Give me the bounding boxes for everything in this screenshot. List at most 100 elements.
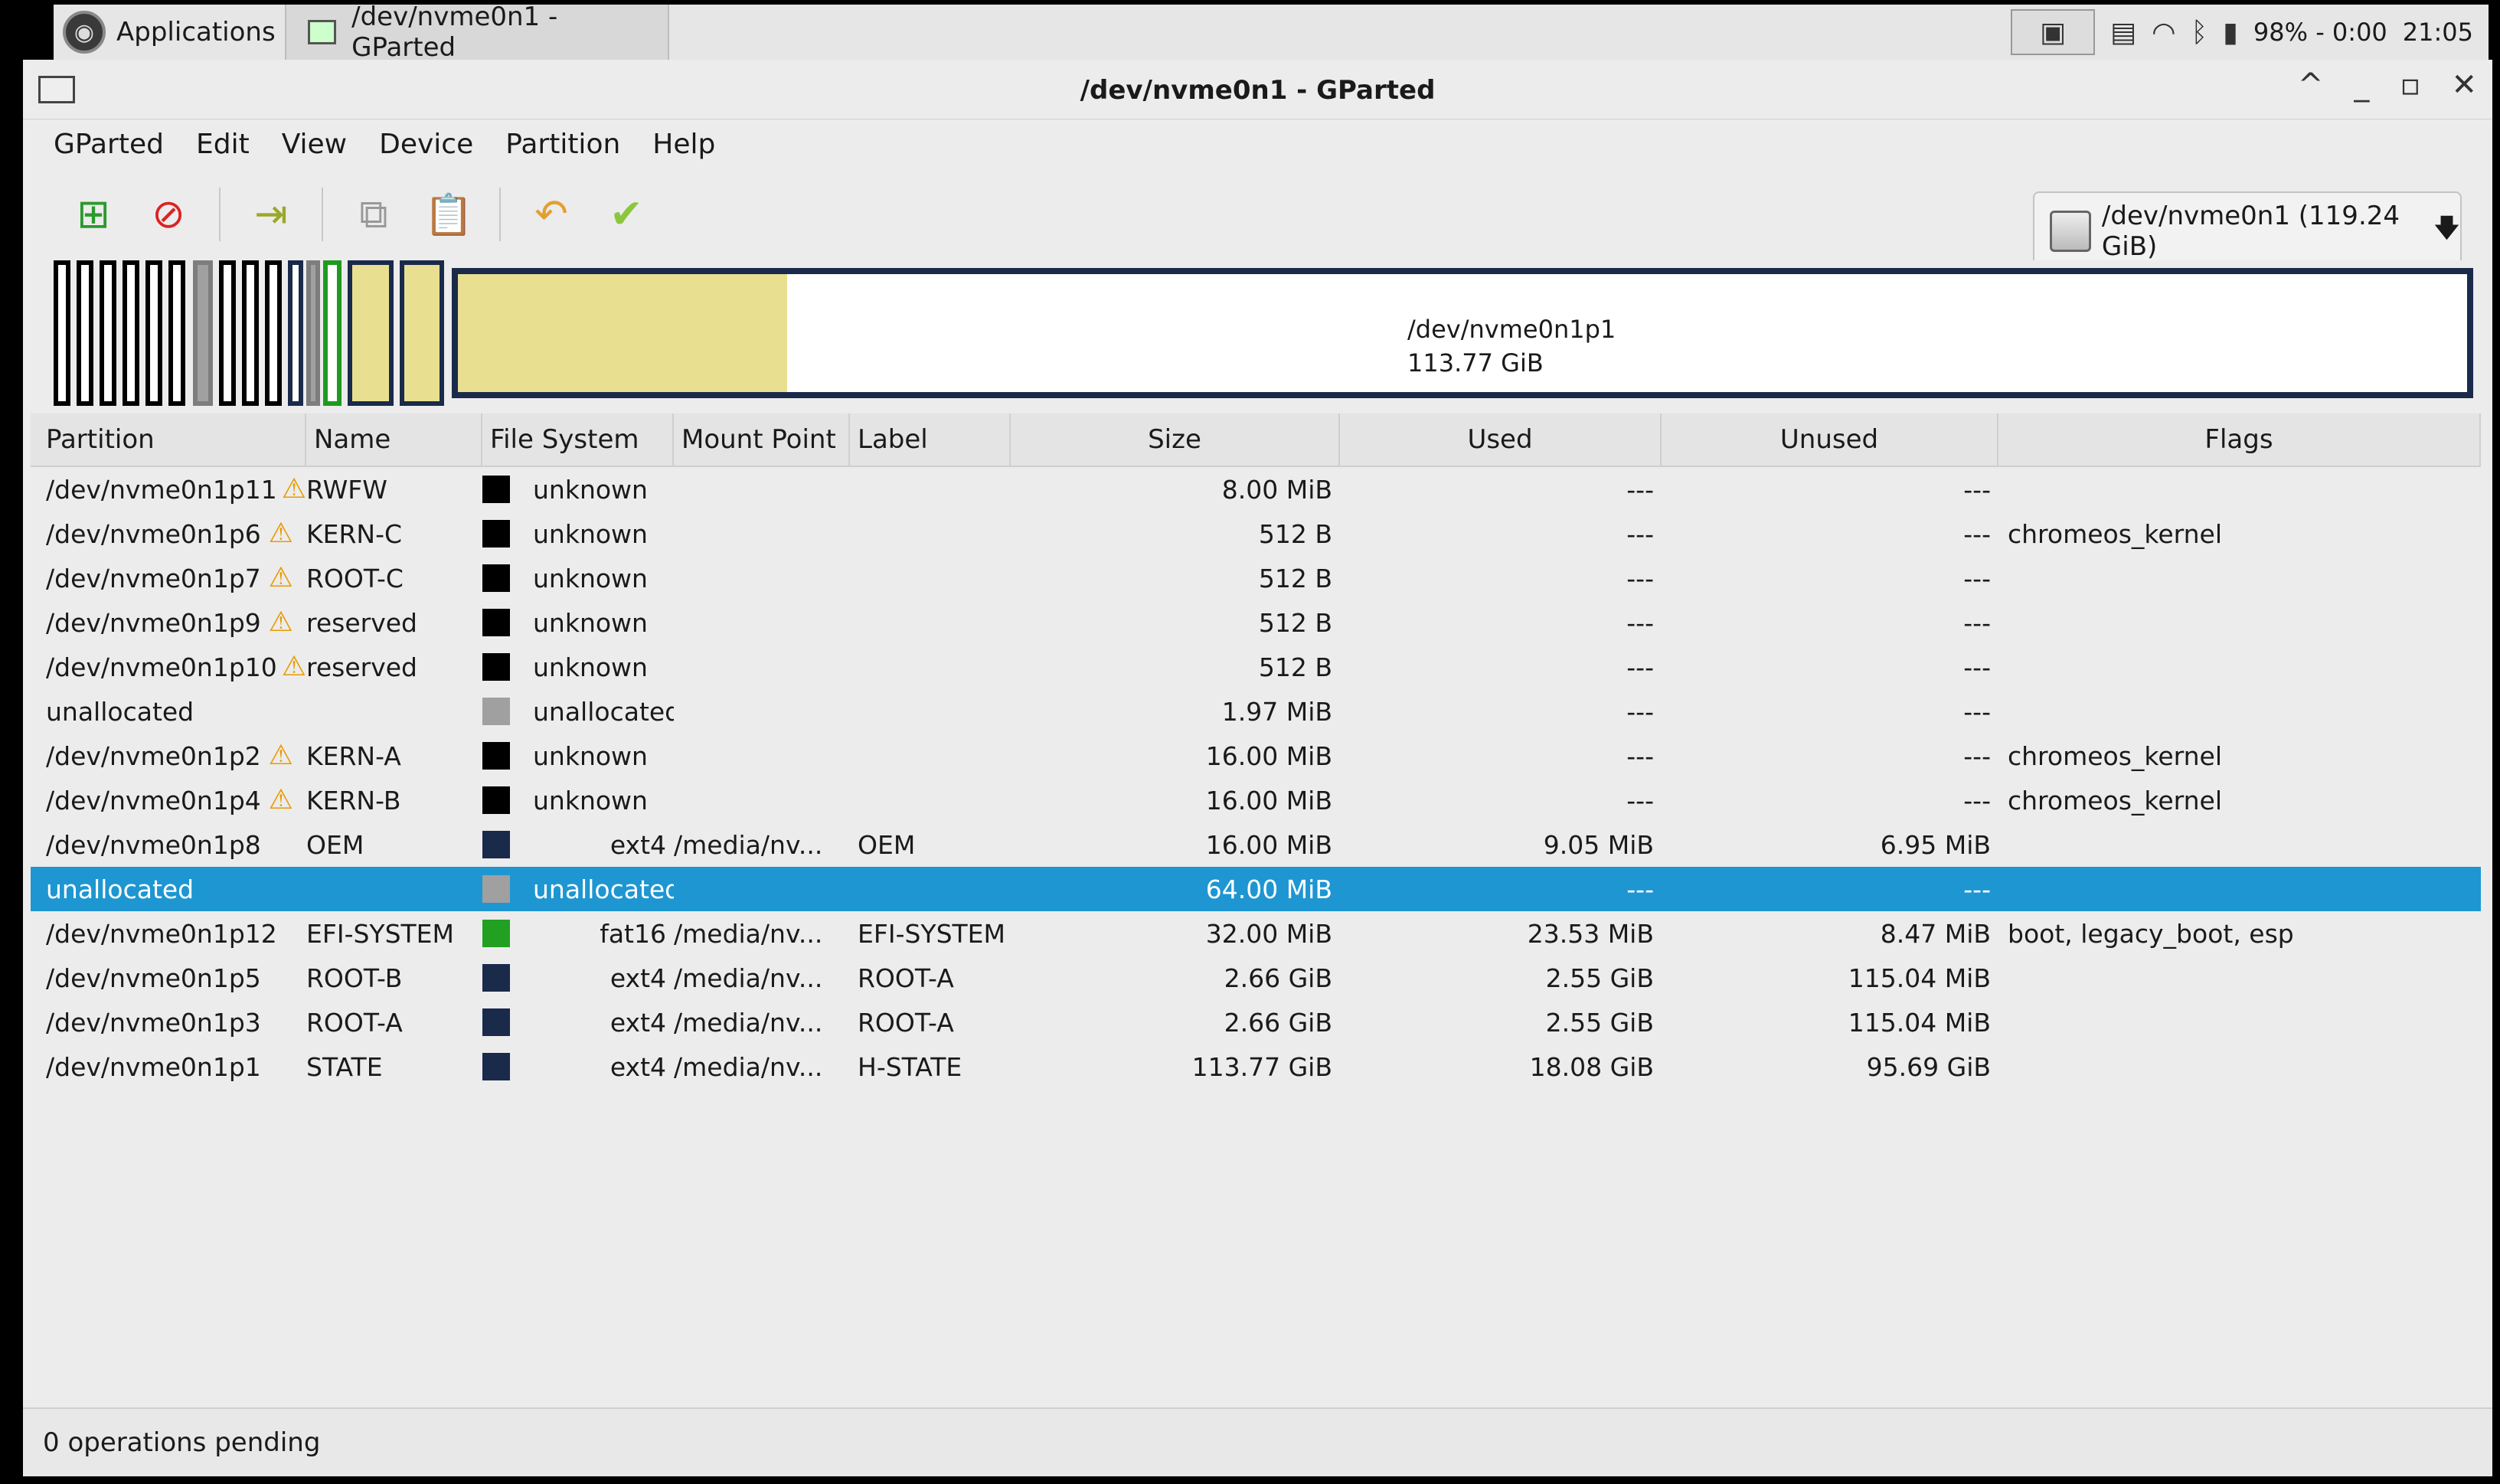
graph-partition-efi[interactable]: [323, 260, 342, 406]
warning-icon[interactable]: ⚠: [266, 786, 296, 814]
cell-filesystem: ext4: [482, 1052, 674, 1082]
menu-device[interactable]: Device: [379, 129, 473, 160]
table-row[interactable]: /dev/nvme0n1p2 ⚠ KERN-A unknown 16.00 MiB ---…: [31, 734, 2481, 778]
graph-partition-root-a[interactable]: [400, 260, 444, 406]
column-header-filesystem[interactable]: File System: [482, 413, 674, 466]
table-row[interactable]: /dev/nvme0n1p5 ROOT-B ext4/media/nv... ROOT…: [31, 956, 2481, 1000]
warning-icon[interactable]: ⚠: [266, 609, 296, 636]
graph-main-size: 113.77 GiB: [1407, 348, 1544, 378]
graph-partition[interactable]: [265, 260, 282, 406]
partition-size: 16.00 MiB: [1205, 740, 1332, 771]
paste-icon[interactable]: 📋: [424, 190, 474, 239]
column-header-mount-point[interactable]: Mount Point: [674, 413, 850, 466]
wifi-icon[interactable]: ◠: [2152, 17, 2175, 48]
partition-unused: ---: [1963, 874, 1991, 904]
column-header-partition[interactable]: Partition: [31, 413, 306, 466]
table-row[interactable]: /dev/nvme0n1p7 ⚠ ROOT-C unknown 512 B --- ---: [31, 556, 2481, 600]
column-header-label[interactable]: Label: [850, 413, 1011, 466]
graph-partition[interactable]: [123, 260, 139, 406]
graph-partition[interactable]: [242, 260, 259, 406]
partition-path: /dev/nvme0n1p3: [46, 1007, 261, 1038]
clipboard-icon[interactable]: ▤: [2110, 17, 2136, 48]
graph-partition-state[interactable]: /dev/nvme0n1p1 113.77 GiB: [452, 268, 2473, 398]
close-icon[interactable]: ✕: [2451, 67, 2477, 103]
minimize-icon[interactable]: _: [2354, 67, 2369, 103]
partition-unused: ---: [1963, 652, 1991, 682]
warning-icon[interactable]: ⚠: [266, 564, 296, 592]
partition-used: 18.08 GiB: [1529, 1051, 1654, 1082]
graph-partition[interactable]: [77, 260, 93, 406]
graph-unallocated[interactable]: [193, 260, 213, 406]
partition-unused: ---: [1963, 740, 1991, 771]
applications-menu[interactable]: ◉ Applications: [54, 5, 286, 60]
table-row[interactable]: /dev/nvme0n1p9 ⚠ reserved unknown 512 B --- --…: [31, 600, 2481, 645]
menu-view[interactable]: View: [282, 129, 347, 160]
menu-help[interactable]: Help: [652, 129, 715, 160]
partition-path: /dev/nvme0n1p10: [46, 652, 277, 682]
bluetooth-icon[interactable]: ᛒ: [2191, 17, 2208, 48]
menu-gparted[interactable]: GParted: [54, 129, 164, 160]
apply-icon[interactable]: ✔: [602, 190, 651, 239]
menu-partition[interactable]: Partition: [505, 129, 620, 160]
partition-unused: ---: [1963, 785, 1991, 816]
graph-partition[interactable]: [54, 260, 70, 406]
cell-filesystem: unallocated: [482, 697, 674, 727]
new-partition-icon[interactable]: ⊞: [69, 190, 118, 239]
delete-partition-icon[interactable]: ⊘: [144, 190, 193, 239]
table-row[interactable]: /dev/nvme0n1p6 ⚠ KERN-C unknown 512 B --- --- c…: [31, 512, 2481, 556]
column-header-used[interactable]: Used: [1340, 413, 1662, 466]
battery-icon[interactable]: ▮: [2223, 17, 2238, 48]
cell-name: KERN-C: [306, 519, 482, 549]
status-text: 0 operations pending: [43, 1427, 321, 1458]
table-row[interactable]: /dev/nvme0n1p10 ⚠ reserved unknown 512 B --- -…: [31, 645, 2481, 689]
warning-icon[interactable]: ⚠: [266, 520, 296, 548]
taskbar-item-gparted[interactable]: /dev/nvme0n1 - GParted: [286, 2, 669, 63]
warning-icon[interactable]: ⚠: [282, 476, 306, 503]
device-selector[interactable]: /dev/nvme0n1 (119.24 GiB) 🡇: [2033, 191, 2462, 271]
warning-icon[interactable]: ⚠: [282, 653, 306, 681]
graph-partition-root-b[interactable]: [348, 260, 394, 406]
column-header-name[interactable]: Name: [306, 413, 482, 466]
graph-partition[interactable]: [100, 260, 116, 406]
partition-path: /dev/nvme0n1p12: [46, 918, 277, 949]
partition-size: 64.00 MiB: [1205, 874, 1332, 904]
graph-partition[interactable]: [168, 260, 185, 406]
cell-size: 16.00 MiB: [1011, 830, 1340, 860]
table-row[interactable]: /dev/nvme0n1p12 EFI-SYSTEM fat16/media/nv.…: [31, 911, 2481, 956]
cell-partition: /dev/nvme0n1p3: [31, 1008, 306, 1038]
graph-partition[interactable]: [145, 260, 162, 406]
table-row[interactable]: /dev/nvme0n1p4 ⚠ KERN-B unknown 16.00 MiB ---…: [31, 778, 2481, 822]
cell-filesystem: unknown: [482, 564, 674, 593]
partition-used: 9.05 MiB: [1543, 829, 1654, 860]
graph-partition[interactable]: [288, 260, 303, 406]
resize-move-icon[interactable]: ⇥: [247, 190, 296, 239]
table-row[interactable]: unallocated unallocated 1.97 MiB --- ---: [31, 689, 2481, 734]
title-bar[interactable]: /dev/nvme0n1 - GParted ^ _ ▫ ✕: [23, 60, 2492, 119]
graph-unallocated[interactable]: [306, 260, 320, 406]
maximize-icon[interactable]: ▫: [2400, 67, 2420, 103]
cell-flags: chromeos_kernel: [1998, 741, 2481, 771]
menu-edit[interactable]: Edit: [196, 129, 250, 160]
table-row[interactable]: /dev/nvme0n1p11 ⚠ RWFW unknown 8.00 MiB --- --…: [31, 467, 2481, 512]
table-row[interactable]: /dev/nvme0n1p8 OEM ext4/media/nv... OEM 16.0…: [31, 822, 2481, 867]
status-bar: 0 operations pending: [23, 1407, 2492, 1476]
cell-size: 2.66 GiB: [1011, 1008, 1340, 1038]
cell-size: 2.66 GiB: [1011, 963, 1340, 993]
roll-up-icon[interactable]: ^: [2298, 67, 2324, 103]
table-row[interactable]: /dev/nvme0n1p3 ROOT-A ext4/media/nv... ROOT…: [31, 1000, 2481, 1044]
table-row[interactable]: /dev/nvme0n1p1 STATE ext4/media/nv... H-STA…: [31, 1044, 2481, 1089]
graph-partition[interactable]: [219, 260, 236, 406]
partition-unused: 115.04 MiB: [1848, 963, 1991, 993]
clock[interactable]: 21:05: [2403, 18, 2473, 47]
partition-size: 113.77 GiB: [1191, 1051, 1332, 1082]
undo-icon[interactable]: ↶: [527, 190, 576, 239]
filesystem-type: fat16: [600, 918, 666, 949]
column-header-unused[interactable]: Unused: [1662, 413, 1998, 466]
column-header-size[interactable]: Size: [1011, 413, 1340, 466]
column-header-flags[interactable]: Flags: [1998, 413, 2481, 466]
cell-size: 512 B: [1011, 564, 1340, 593]
table-row[interactable]: unallocated unallocated 64.00 MiB --- ---: [31, 867, 2481, 911]
copy-icon[interactable]: ⧉: [349, 190, 398, 239]
warning-icon[interactable]: ⚠: [266, 742, 296, 770]
workspace-switcher[interactable]: ▣: [2011, 9, 2096, 55]
